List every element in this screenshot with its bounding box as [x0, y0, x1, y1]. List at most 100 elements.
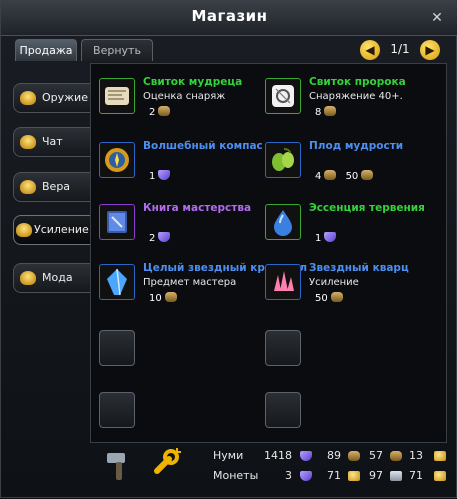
item-name: Плод мудрости — [309, 140, 404, 152]
tab-buyback[interactable]: Вернуть — [81, 39, 153, 61]
bag-currency-icon — [348, 451, 360, 461]
empty-slot[interactable] — [99, 392, 135, 428]
blue-crystal-icon — [99, 264, 135, 300]
numi-value-primary: 1418 — [264, 449, 292, 462]
bag-currency-icon — [324, 170, 337, 180]
wrench-plus-icon[interactable] — [147, 445, 187, 483]
book-icon — [99, 204, 135, 240]
item-price-value: 50 — [315, 293, 328, 304]
silver-coin-icon — [390, 471, 402, 481]
shop-item[interactable]: Целый звездный кристалл Предмет мастера … — [93, 254, 307, 312]
category-fashion[interactable]: Мода — [13, 263, 95, 293]
item-name: Книга мастерства — [143, 202, 252, 214]
shop-category-icon — [20, 135, 36, 149]
item-name: Волшебный компас — [143, 140, 263, 152]
item-price-value: 2 — [149, 107, 156, 118]
empty-slot[interactable] — [99, 330, 135, 366]
bag-currency-icon — [158, 106, 171, 116]
coins-value-primary: 3 — [285, 469, 292, 482]
coins-value-3: 97 — [369, 469, 383, 482]
shop-category-icon — [20, 271, 36, 285]
shop-item[interactable]: Эссенция тервения 1 — [259, 194, 429, 252]
bag-currency-icon — [390, 451, 402, 461]
next-page-arrow-icon[interactable]: ▶ — [420, 40, 440, 60]
item-price-value: 2 — [149, 233, 156, 244]
window-title: Магазин — [191, 7, 268, 25]
numi-value-4: 13 — [409, 449, 423, 462]
category-label: Оружие — [42, 91, 88, 104]
shop-category-icon — [16, 223, 32, 237]
item-name: Свиток мудреца — [143, 76, 243, 88]
item-desc: Оценка снаряж — [143, 91, 226, 102]
item-price: 4 50 — [315, 170, 374, 182]
bag-currency-icon — [164, 292, 177, 302]
item-name: Свиток пророка — [309, 76, 406, 88]
compass-icon — [99, 142, 135, 178]
item-price: 10 — [149, 292, 177, 304]
coins-value-2: 71 — [327, 469, 341, 482]
scroll-map-icon — [99, 78, 135, 114]
numi-label: Нуми — [213, 449, 244, 462]
item-price-value: 8 — [315, 107, 322, 118]
gold-coin-icon — [434, 471, 446, 481]
category-faith[interactable]: Вера — [13, 172, 95, 202]
shop-category-icon — [20, 91, 36, 105]
item-desc: Снаряжение 40+. — [309, 91, 403, 102]
numi-value-2: 89 — [327, 449, 341, 462]
bag-currency-icon — [324, 106, 337, 116]
essence-drop-icon — [265, 204, 301, 240]
empty-slot[interactable] — [265, 330, 301, 366]
empty-slot[interactable] — [265, 392, 301, 428]
category-label: Мода — [42, 271, 73, 284]
gem-currency-icon — [158, 232, 171, 242]
coins-label: Монеты — [213, 469, 259, 482]
pink-quartz-icon — [265, 264, 301, 300]
prev-page-arrow-icon[interactable]: ◀ — [360, 40, 380, 60]
gem-currency-icon — [158, 170, 171, 180]
gem-currency-icon — [300, 451, 312, 461]
numi-value-3: 57 — [369, 449, 383, 462]
tab-sell[interactable]: Продажа — [15, 39, 77, 61]
shop-item[interactable]: Плод мудрости 4 50 — [259, 132, 429, 190]
pager: ◀ 1/1 ▶ — [360, 39, 440, 61]
page-indicator: 1/1 — [390, 42, 410, 56]
category-enhancement[interactable]: Усиление — [13, 215, 99, 245]
item-desc: Усиление — [309, 277, 359, 288]
title-bar[interactable]: Магазин ✕ — [1, 1, 457, 36]
bag-currency-icon — [361, 170, 374, 180]
items-panel: Свиток мудреца Оценка снаряж 2 Свиток пр… — [90, 63, 447, 443]
item-price-value: 1 — [149, 171, 156, 182]
item-price: 2 — [149, 232, 171, 244]
bag-currency-icon — [330, 292, 343, 302]
gold-coin-icon — [348, 471, 360, 481]
coins-value-4: 71 — [409, 469, 423, 482]
item-price: 1 — [149, 170, 171, 182]
item-price-value: 10 — [149, 293, 162, 304]
shop-item[interactable]: Свиток пророка Снаряжение 40+. 8 — [259, 68, 429, 126]
shop-item[interactable]: Свиток мудреца Оценка снаряж 2 — [93, 68, 263, 126]
shop-window: Магазин ✕ Продажа Вернуть ◀ 1/1 ▶ Оружие… — [0, 0, 457, 498]
item-price: 50 — [315, 292, 343, 304]
category-label: Усиление — [34, 223, 89, 236]
item-name: Эссенция тервения — [309, 202, 425, 214]
shop-item[interactable]: Волшебный компас 1 — [93, 132, 263, 190]
close-icon[interactable]: ✕ — [428, 9, 446, 27]
fruit-icon — [265, 142, 301, 178]
item-price: 8 — [315, 106, 337, 118]
item-price: 1 — [315, 232, 337, 244]
category-label: Вера — [42, 180, 71, 193]
item-name: Звездный кварц — [309, 262, 409, 274]
gem-currency-icon — [300, 471, 312, 481]
category-label: Чат — [42, 135, 63, 148]
item-price: 2 — [149, 106, 171, 118]
gem-currency-icon — [324, 232, 337, 242]
category-chat[interactable]: Чат — [13, 127, 95, 157]
shop-item[interactable]: Звездный кварц Усиление 50 — [259, 254, 429, 312]
shop-category-icon — [20, 180, 36, 194]
item-price-secondary: 50 — [345, 171, 359, 182]
gold-coin-icon — [434, 451, 446, 461]
item-price-value: 4 — [315, 171, 322, 182]
hammer-icon[interactable] — [101, 447, 137, 483]
shop-item[interactable]: Книга мастерства 2 — [93, 194, 263, 252]
category-weapons[interactable]: Оружие — [13, 83, 95, 113]
